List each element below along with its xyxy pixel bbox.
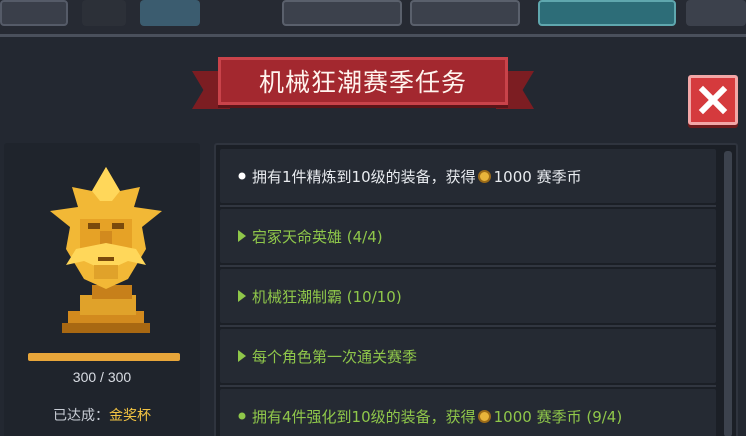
close-button[interactable] [688, 75, 738, 125]
quest-item[interactable]: 宕冢天命英雄 (4/4) [220, 209, 716, 263]
coin-icon [477, 409, 491, 423]
quest-item[interactable]: 拥有1件精炼到10级的装备，获得 1000 赛季币 [220, 149, 716, 203]
hud-currency [538, 0, 676, 26]
modal-title: 机械狂潮赛季任务 [258, 68, 467, 97]
quest-item[interactable]: 拥有4件强化到10级的装备，获得 1000 赛季币 (9/4) [220, 389, 716, 436]
arrow-bullet-icon [232, 350, 252, 362]
arrow-bullet-icon [232, 230, 252, 242]
row-divider [220, 205, 716, 207]
hud-slot [140, 0, 200, 26]
season-quest-modal: 机械狂潮赛季任务 300 / 300 已达成：金奖杯 拥有1件精炼到10级的装备… [0, 34, 746, 436]
coin-icon [477, 169, 491, 183]
quest-item[interactable]: 机械狂潮制霸 (10/10) [220, 269, 716, 323]
achievement-status: 已达成：金奖杯 [4, 405, 200, 425]
achievement-value: 金奖杯 [109, 408, 151, 424]
trophy-progress-text: 300 / 300 [72, 369, 132, 385]
hud-slot [82, 0, 126, 26]
quest-list-scrollbar[interactable] [724, 151, 732, 436]
trophy-panel: 300 / 300 已达成：金奖杯 [4, 143, 200, 436]
row-divider [220, 385, 716, 387]
quest-text: 每个角色第一次通关赛季 [252, 347, 418, 366]
dot-bullet-icon [232, 172, 252, 180]
dot-bullet-icon [232, 412, 252, 420]
scrollbar-thumb[interactable] [724, 151, 732, 436]
achievement-label: 已达成： [53, 408, 109, 424]
hud-currency [282, 0, 402, 26]
row-divider [220, 325, 716, 327]
arrow-bullet-icon [232, 290, 252, 302]
quest-item[interactable]: 每个角色第一次通关赛季 [220, 329, 716, 383]
row-divider [220, 265, 716, 267]
trophy-progress-fill [28, 353, 180, 361]
title-banner: 机械狂潮赛季任务 [192, 53, 534, 113]
trophy-progress-bar [28, 353, 180, 361]
quest-text: 拥有1件精炼到10级的装备，获得 1000 赛季币 [252, 167, 582, 186]
hud-slot [0, 0, 68, 26]
quest-text: 拥有4件强化到10级的装备，获得 1000 赛季币 (9/4) [252, 407, 623, 426]
quest-list[interactable]: 拥有1件精炼到10级的装备，获得 1000 赛季币 宕冢天命英雄 (4/4) 机械… [214, 143, 738, 436]
close-icon [698, 85, 728, 115]
quest-text: 宕冢天命英雄 (4/4) [252, 227, 383, 246]
hud-currency [686, 0, 746, 26]
background-hud [0, 0, 746, 34]
hud-currency [410, 0, 520, 26]
banner-body: 机械狂潮赛季任务 [218, 57, 508, 105]
golden-trophy-head-icon [50, 167, 162, 333]
quest-text: 机械狂潮制霸 (10/10) [252, 287, 402, 306]
